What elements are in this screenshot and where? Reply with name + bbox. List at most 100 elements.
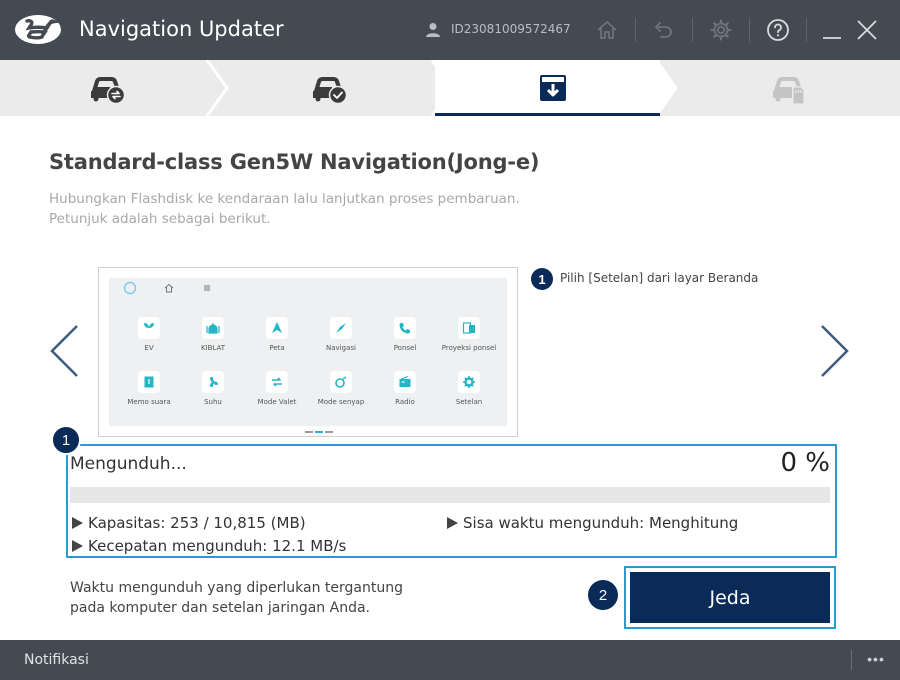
notification-label[interactable]: Notifikasi [24,652,89,668]
hint-text: Pilih [Setelan] dari layar Beranda [560,271,759,285]
status-circle-icon [123,281,137,295]
valet-icon [266,371,288,393]
mosque-icon [202,317,224,339]
app-tile-suhu: Suhu [183,371,243,406]
user-icon [426,23,440,37]
app-label: Setelan [455,398,483,406]
app-label: Mode Valet [257,398,297,406]
app-label: Proyeksi ponsel [441,344,497,352]
next-guide-button[interactable] [818,322,852,380]
page-dot [305,431,313,433]
undo-button[interactable] [649,15,679,45]
page-title: Standard-class Gen5W Navigation(Jong-e) [49,150,540,174]
step-4 [680,60,900,116]
app-tile-mode-valet: Mode Valet [247,371,307,406]
remaining-time-info: Sisa waktu mengunduh: Menghitung [447,514,738,532]
minimize-button[interactable] [817,15,847,45]
help-icon [767,19,789,41]
app-label: KIBLAT [200,344,226,352]
home-button[interactable] [592,15,622,45]
notification-bar: Notifikasi ••• [0,640,900,680]
more-options-button[interactable]: ••• [862,648,890,670]
app-tile-ev: EV [119,317,179,352]
description-line: Hubungkan Flashdisk ke kendaraan lalu la… [49,191,520,207]
page-dot-active [315,431,323,433]
home-icon [597,21,617,39]
toolbar-divider [635,18,636,42]
compass-icon [330,317,352,339]
more-dots-icon: ••• [867,651,885,667]
phone-icon [394,317,416,339]
download-box-icon [539,75,566,101]
app-label: Memo suara [127,398,171,406]
download-progress-bar [70,487,830,503]
guide-screenshot: EV KIBLAT Peta Navigasi Ponsel Proyeksi … [98,267,518,437]
map-arrow-icon [266,317,288,339]
app-label: Mode senyap [317,398,365,406]
user-id: ID23081009572467 [451,22,571,36]
note-line: pada komputer dan setelan jaringan Anda. [70,600,370,616]
car-check-icon [312,77,347,105]
notification-divider [851,650,852,670]
infotainment-home-screen: EV KIBLAT Peta Navigasi Ponsel Proyeksi … [109,278,507,433]
app-tile-mode-senyap: Mode senyap [311,371,371,406]
pause-button[interactable]: Jeda [630,572,830,623]
title-bar: Navigation Updater ID23081009572467 [0,0,900,60]
home-icon [164,283,174,293]
close-icon [857,20,877,40]
chevron-left-icon [50,325,78,377]
triangle-bullet-icon [72,517,83,529]
car-sd-icon [773,77,805,105]
app-tile-proyeksi-ponsel: Proyeksi ponsel [439,317,499,352]
hyundai-logo [15,15,61,44]
page-dot [325,431,333,433]
fan-icon [202,371,224,393]
app-label: Radio [395,398,415,406]
app-tile-ponsel: Ponsel [375,317,435,352]
settings-button[interactable] [706,15,736,45]
capacity-text: Kapasitas: 253 / 10,815 (MB) [88,514,306,532]
app-label: Suhu [204,398,222,406]
previous-guide-button[interactable] [47,322,81,380]
step-3 [445,60,660,116]
car-sync-icon [90,77,125,105]
toolbar-divider [749,18,750,42]
leaf-icon [138,317,160,339]
step-2 [222,60,437,116]
radio-icon [394,371,416,393]
voice-memo-icon [138,371,160,393]
gear-icon [710,19,732,41]
undo-icon [655,22,672,38]
chevron-right-icon [821,325,849,377]
help-button[interactable] [763,15,793,45]
app-tile-kiblat: KIBLAT [183,317,243,352]
pause-step-badge: 2 [588,580,618,610]
app-label: Navigasi [326,344,356,352]
app-tile-navigasi: Navigasi [311,317,371,352]
speed-info: Kecepatan mengunduh: 12.1 MB/s [72,537,346,555]
note-line: Waktu mengunduh yang diperlukan tergantu… [70,580,403,596]
download-percent: 0 % [780,448,830,478]
menu-icon [204,285,210,291]
speed-text: Kecepatan mengunduh: 12.1 MB/s [88,537,347,555]
gear-icon [458,371,480,393]
remaining-time-text: Sisa waktu mengunduh: Menghitung [463,514,739,532]
toolbar-divider [692,18,693,42]
page-description: Hubungkan Flashdisk ke kendaraan lalu la… [49,189,520,229]
app-tile-peta: Peta [247,317,307,352]
download-status: Mengunduh... [70,454,187,474]
app-label: Ponsel [393,344,417,352]
triangle-bullet-icon [447,517,458,529]
hint-step-badge: 1 [531,268,553,290]
close-button[interactable] [852,15,882,45]
triangle-bullet-icon [72,540,83,552]
silent-mode-icon [330,371,352,393]
toolbar-divider [806,18,807,42]
capacity-info: Kapasitas: 253 / 10,815 (MB) [72,514,306,532]
app-label: EV [144,344,154,352]
phone-projection-icon [458,317,480,339]
app-label: Peta [269,344,285,352]
page-indicator [305,431,333,433]
description-line: Petunjuk adalah sebagai berikut. [49,211,271,227]
download-step-badge: 1 [51,425,81,455]
